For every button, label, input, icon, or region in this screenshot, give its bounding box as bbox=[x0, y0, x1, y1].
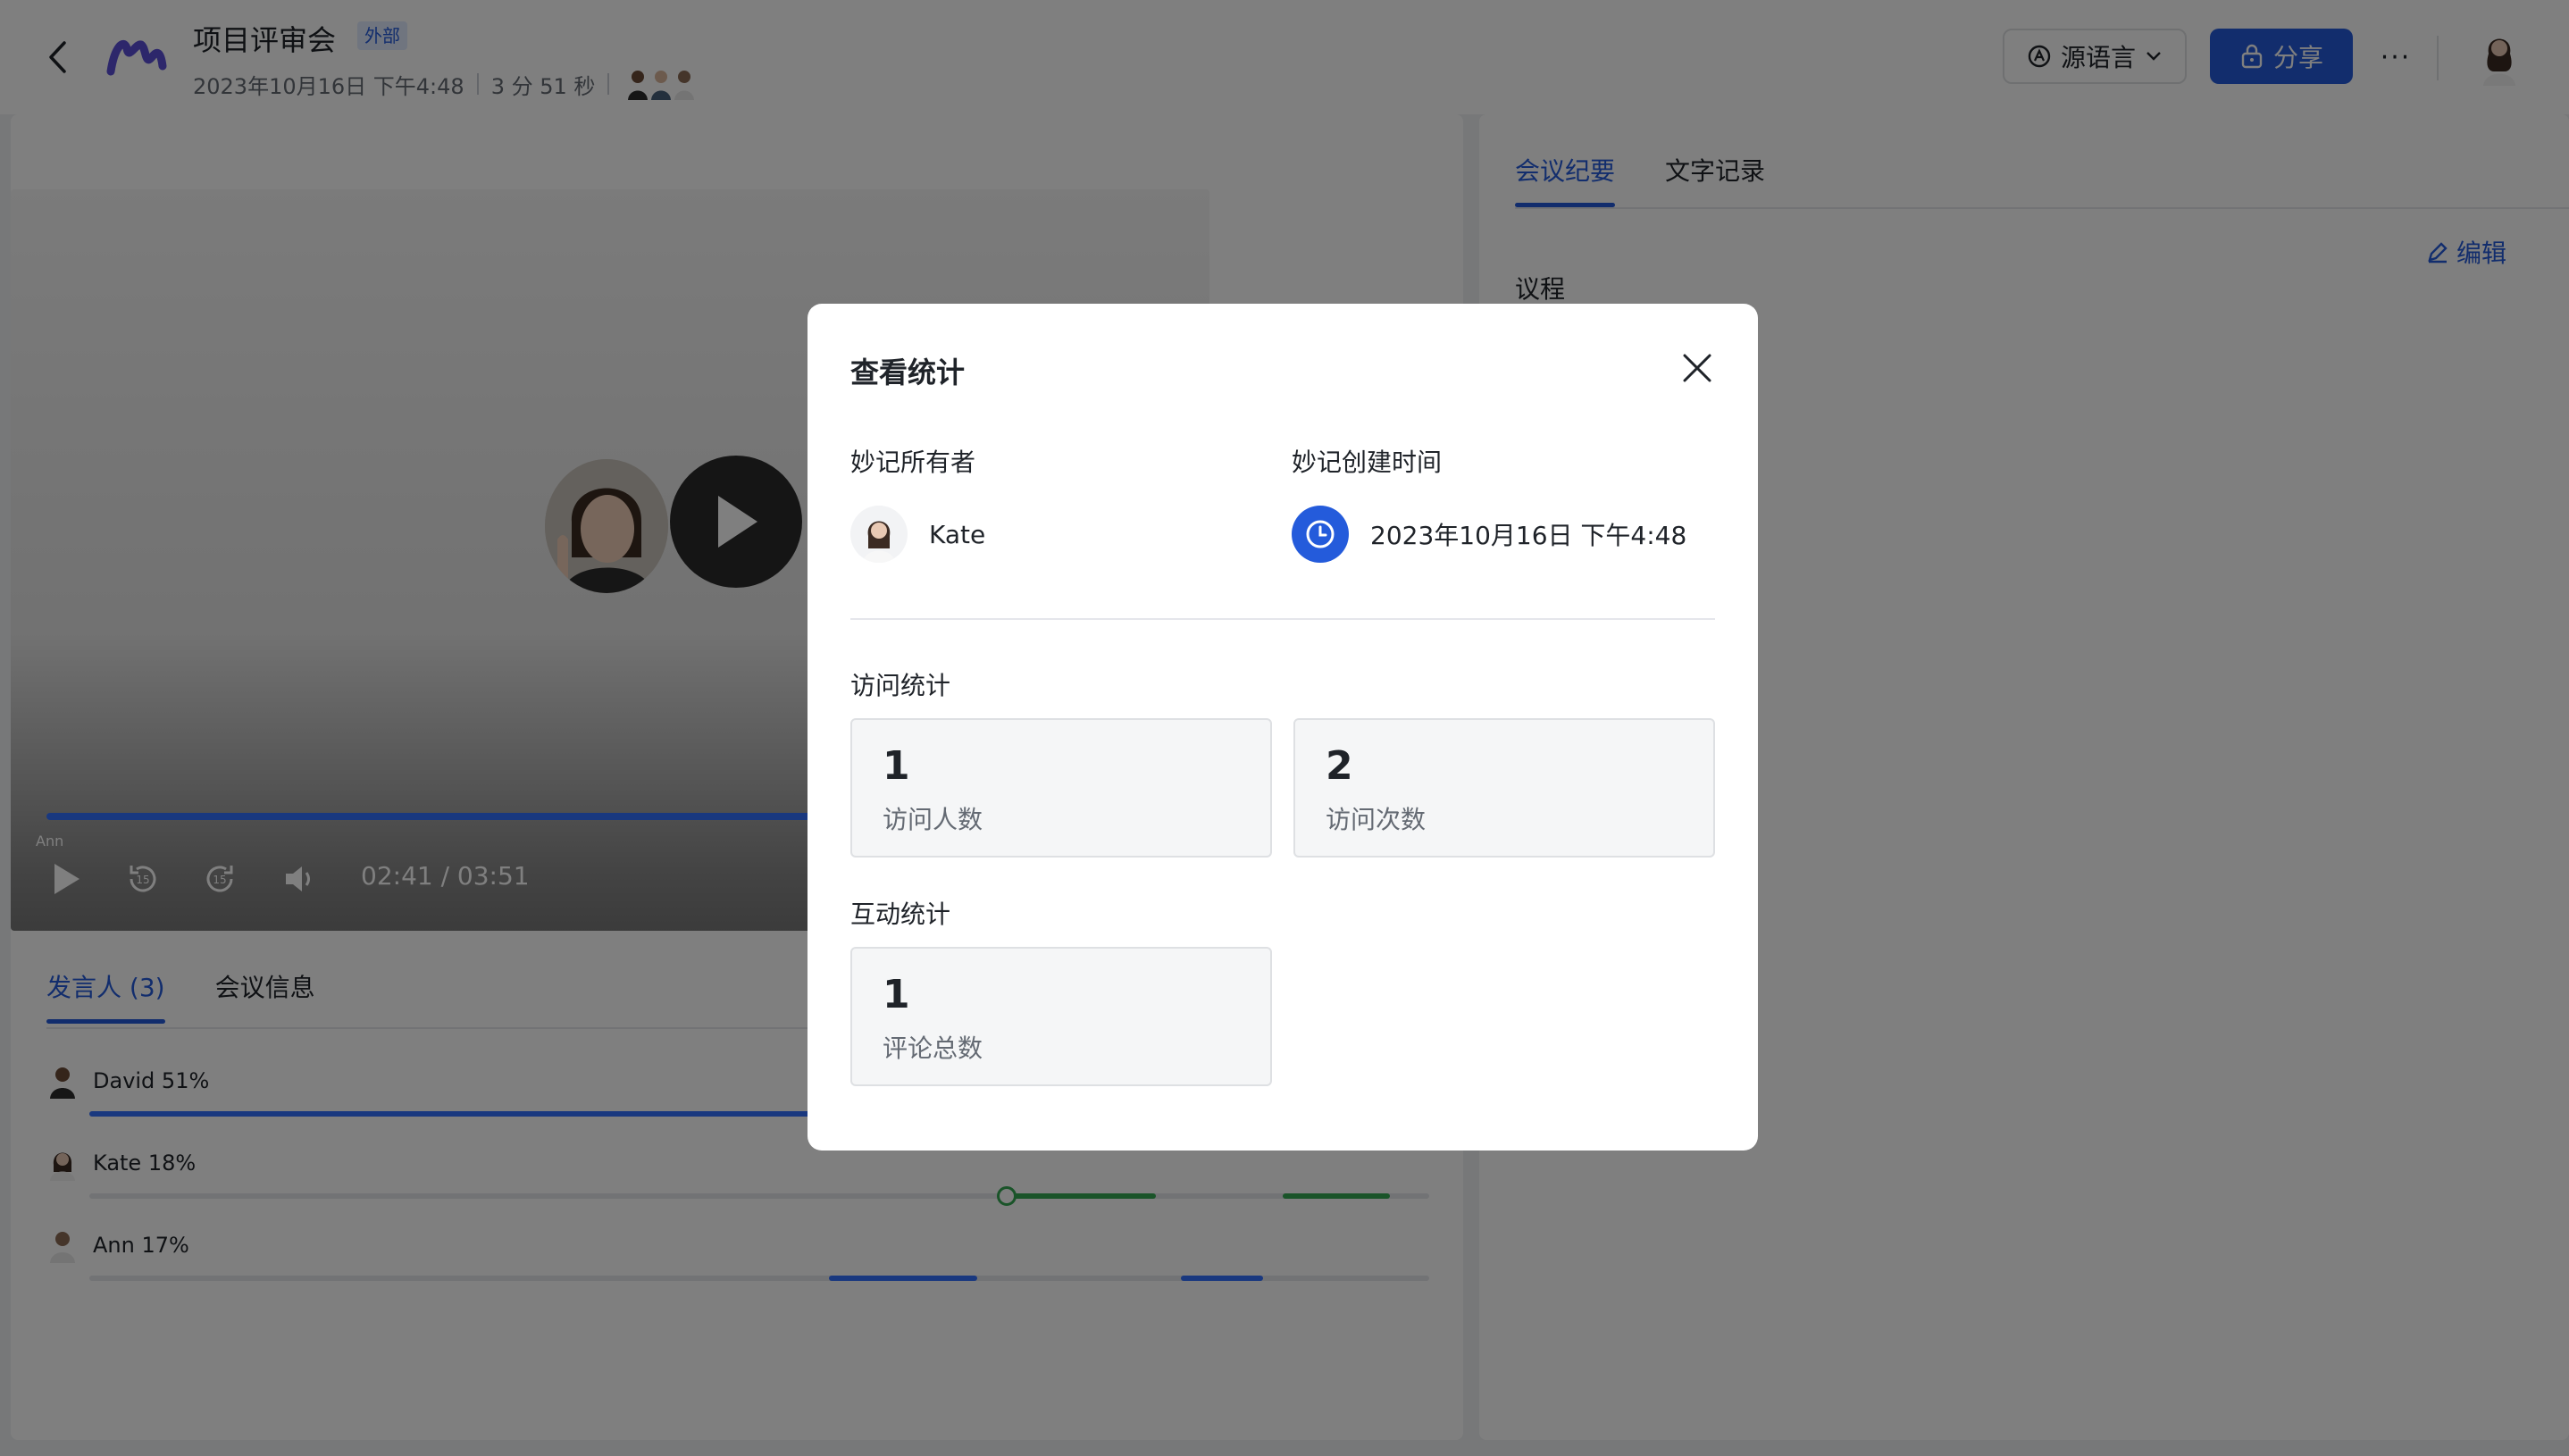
comments-label: 评论总数 bbox=[883, 1033, 983, 1063]
visit-stats-heading: 访问统计 bbox=[850, 671, 951, 700]
interaction-stats-heading: 互动统计 bbox=[850, 900, 951, 929]
close-button[interactable] bbox=[1678, 348, 1717, 388]
owner-avatar bbox=[850, 506, 908, 563]
comments-count: 1 bbox=[883, 972, 910, 1017]
created-info: 2023年10月16日 下午4:48 bbox=[1292, 506, 1686, 563]
owner-info: Kate bbox=[850, 506, 985, 563]
visitors-count: 1 bbox=[883, 743, 910, 789]
clock-icon bbox=[1292, 506, 1349, 563]
dialog-divider bbox=[850, 618, 1715, 620]
close-icon bbox=[1683, 354, 1711, 382]
visits-card: 2 访问次数 bbox=[1293, 718, 1715, 858]
comments-card: 1 评论总数 bbox=[850, 947, 1272, 1086]
visitors-label: 访问人数 bbox=[883, 805, 983, 834]
statistics-dialog: 查看统计 妙记所有者 妙记创建时间 Kate 2023年10月16日 下午4:4… bbox=[808, 304, 1758, 1151]
created-time-label: 妙记创建时间 bbox=[1292, 448, 1443, 477]
created-time-value: 2023年10月16日 下午4:48 bbox=[1370, 521, 1687, 550]
dialog-title: 查看统计 bbox=[850, 356, 966, 389]
visitors-card: 1 访问人数 bbox=[850, 718, 1272, 858]
visits-label: 访问次数 bbox=[1326, 805, 1427, 834]
visits-count: 2 bbox=[1326, 743, 1353, 789]
owner-name: Kate bbox=[929, 519, 986, 549]
owner-avatar-image bbox=[863, 521, 895, 563]
owner-label: 妙记所有者 bbox=[850, 448, 976, 477]
